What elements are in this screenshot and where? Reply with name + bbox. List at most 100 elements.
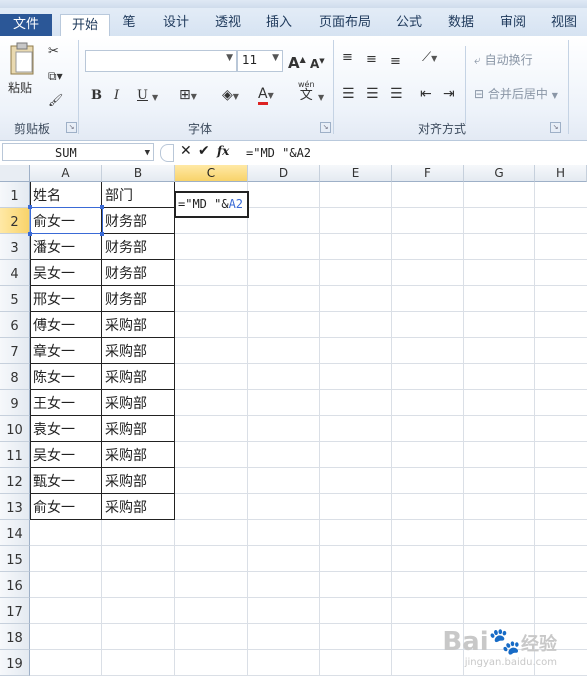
reference-handle[interactable] xyxy=(100,232,104,236)
decrease-indent-icon[interactable]: ⇤ xyxy=(420,86,432,102)
reference-handle[interactable] xyxy=(28,205,32,209)
phonetic-guide-button[interactable]: wén 文 xyxy=(298,80,315,103)
alignment-launcher-icon[interactable]: ↘ xyxy=(550,122,561,133)
cell-c2-editor[interactable]: ="MD "&A2 xyxy=(174,191,249,218)
borders-icon[interactable]: ⊞▼ xyxy=(179,87,197,105)
wrap-text-button[interactable]: ⤶ 自动换行 xyxy=(474,52,533,68)
cell-b10[interactable]: 采购部 xyxy=(102,416,175,442)
cell-b11[interactable]: 采购部 xyxy=(102,442,175,468)
row-header-3[interactable]: 3 xyxy=(0,234,30,260)
cell-b6[interactable]: 采购部 xyxy=(102,312,175,338)
row-header-14[interactable]: 14 xyxy=(0,520,30,546)
fill-color-icon[interactable]: ◈▼ xyxy=(222,87,239,105)
formula-bar-handle[interactable] xyxy=(160,144,174,162)
chevron-down-icon[interactable]: ▼ xyxy=(145,144,150,162)
row-header-8[interactable]: 8 xyxy=(0,364,30,390)
tab-home[interactable]: 开始 xyxy=(60,14,110,38)
cell-a10[interactable]: 袁女一 xyxy=(30,416,102,442)
cell-b12[interactable]: 采购部 xyxy=(102,468,175,494)
column-header-a[interactable]: A xyxy=(30,165,102,182)
reference-handle[interactable] xyxy=(28,232,32,236)
column-header-e[interactable]: E xyxy=(320,165,392,182)
row-header-2[interactable]: 2 xyxy=(0,208,30,234)
format-painter-icon[interactable]: 🖌 xyxy=(48,92,63,108)
increase-indent-icon[interactable]: ⇥ xyxy=(443,86,455,102)
cut-icon[interactable]: ✂ xyxy=(48,44,59,60)
cell-a5[interactable]: 邢女一 xyxy=(30,286,102,312)
cancel-icon[interactable]: ✕ xyxy=(180,143,192,159)
reference-handle[interactable] xyxy=(100,205,104,209)
column-header-g[interactable]: G xyxy=(464,165,535,182)
row-header-13[interactable]: 13 xyxy=(0,494,30,520)
tab-data[interactable]: 数据 xyxy=(440,12,482,36)
cell-b2[interactable]: 财务部 xyxy=(102,208,175,234)
clipboard-launcher-icon[interactable]: ↘ xyxy=(66,122,77,133)
row-header-15[interactable]: 15 xyxy=(0,546,30,572)
cell-a8[interactable]: 陈女一 xyxy=(30,364,102,390)
copy-icon[interactable]: ⧉▾ xyxy=(48,68,63,84)
column-header-d[interactable]: D xyxy=(248,165,320,182)
insert-function-button[interactable]: fx xyxy=(217,144,229,158)
tab-formulas[interactable]: 公式 xyxy=(388,12,430,36)
underline-button[interactable]: U xyxy=(137,88,148,104)
tab-page-layout[interactable]: 页面布局 xyxy=(312,12,378,36)
select-all-button[interactable] xyxy=(0,165,30,182)
tab-pivot[interactable]: 透视 xyxy=(207,12,249,36)
cell-b4[interactable]: 财务部 xyxy=(102,260,175,286)
name-box[interactable]: SUM ▼ xyxy=(2,143,154,161)
shrink-font-button[interactable]: A▼ xyxy=(310,53,325,72)
cell-b9[interactable]: 采购部 xyxy=(102,390,175,416)
column-header-b[interactable]: B xyxy=(102,165,175,182)
row-header-9[interactable]: 9 xyxy=(0,390,30,416)
align-center-icon[interactable]: ☰ xyxy=(366,86,379,102)
cell-a4[interactable]: 吴女一 xyxy=(30,260,102,286)
cell-a13[interactable]: 俞女一 xyxy=(30,494,102,520)
row-header-7[interactable]: 7 xyxy=(0,338,30,364)
cell-b1[interactable]: 部门 xyxy=(102,182,175,208)
cell-a6[interactable]: 傅女一 xyxy=(30,312,102,338)
cell-a1[interactable]: 姓名 xyxy=(30,182,102,208)
row-header-16[interactable]: 16 xyxy=(0,572,30,598)
align-right-icon[interactable]: ☰ xyxy=(390,86,403,102)
tab-design[interactable]: 设计 xyxy=(155,12,197,36)
align-bottom-icon[interactable]: ≡ xyxy=(390,54,401,70)
cell-a9[interactable]: 王女一 xyxy=(30,390,102,416)
row-header-18[interactable]: 18 xyxy=(0,624,30,650)
column-header-c[interactable]: C xyxy=(175,165,248,182)
chevron-down-icon[interactable]: ▼ xyxy=(318,90,324,106)
row-header-10[interactable]: 10 xyxy=(0,416,30,442)
cell-b7[interactable]: 采购部 xyxy=(102,338,175,364)
merge-center-button[interactable]: ⊟ 合并后居中 ▼ xyxy=(474,86,558,104)
row-header-1[interactable]: 1 xyxy=(0,182,30,208)
cell-b8[interactable]: 采购部 xyxy=(102,364,175,390)
column-header-h[interactable]: H xyxy=(535,165,587,182)
row-header-6[interactable]: 6 xyxy=(0,312,30,338)
font-color-button[interactable]: A▼ xyxy=(258,86,274,105)
column-header-f[interactable]: F xyxy=(392,165,464,182)
tab-pen[interactable]: 笔 xyxy=(114,12,144,36)
row-header-19[interactable]: 19 xyxy=(0,650,30,676)
tab-review[interactable]: 审阅 xyxy=(492,12,534,36)
row-header-17[interactable]: 17 xyxy=(0,598,30,624)
cell-a11[interactable]: 吴女一 xyxy=(30,442,102,468)
tab-view[interactable]: 视图 xyxy=(544,12,584,36)
cell-a7[interactable]: 章女一 xyxy=(30,338,102,364)
cell-b5[interactable]: 财务部 xyxy=(102,286,175,312)
grow-font-button[interactable]: A▲ xyxy=(288,52,306,71)
cell-b13[interactable]: 采购部 xyxy=(102,494,175,520)
align-top-icon[interactable]: ≡ xyxy=(342,50,353,66)
tab-file[interactable]: 文件 xyxy=(0,14,52,36)
align-middle-icon[interactable]: ≡ xyxy=(366,52,377,68)
enter-icon[interactable]: ✔ xyxy=(198,143,210,159)
chevron-down-icon[interactable]: ▼ xyxy=(152,90,158,106)
font-name-dropdown[interactable]: ▼ xyxy=(85,50,237,72)
tab-insert[interactable]: 插入 xyxy=(258,12,300,36)
orientation-icon[interactable]: ⟋▼ xyxy=(422,50,437,67)
align-left-icon[interactable]: ☰ xyxy=(342,86,355,102)
row-header-12[interactable]: 12 xyxy=(0,468,30,494)
cell-a3[interactable]: 潘女一 xyxy=(30,234,102,260)
row-header-4[interactable]: 4 xyxy=(0,260,30,286)
cell-b3[interactable]: 财务部 xyxy=(102,234,175,260)
row-header-5[interactable]: 5 xyxy=(0,286,30,312)
font-size-dropdown[interactable]: 11 ▼ xyxy=(237,50,283,72)
